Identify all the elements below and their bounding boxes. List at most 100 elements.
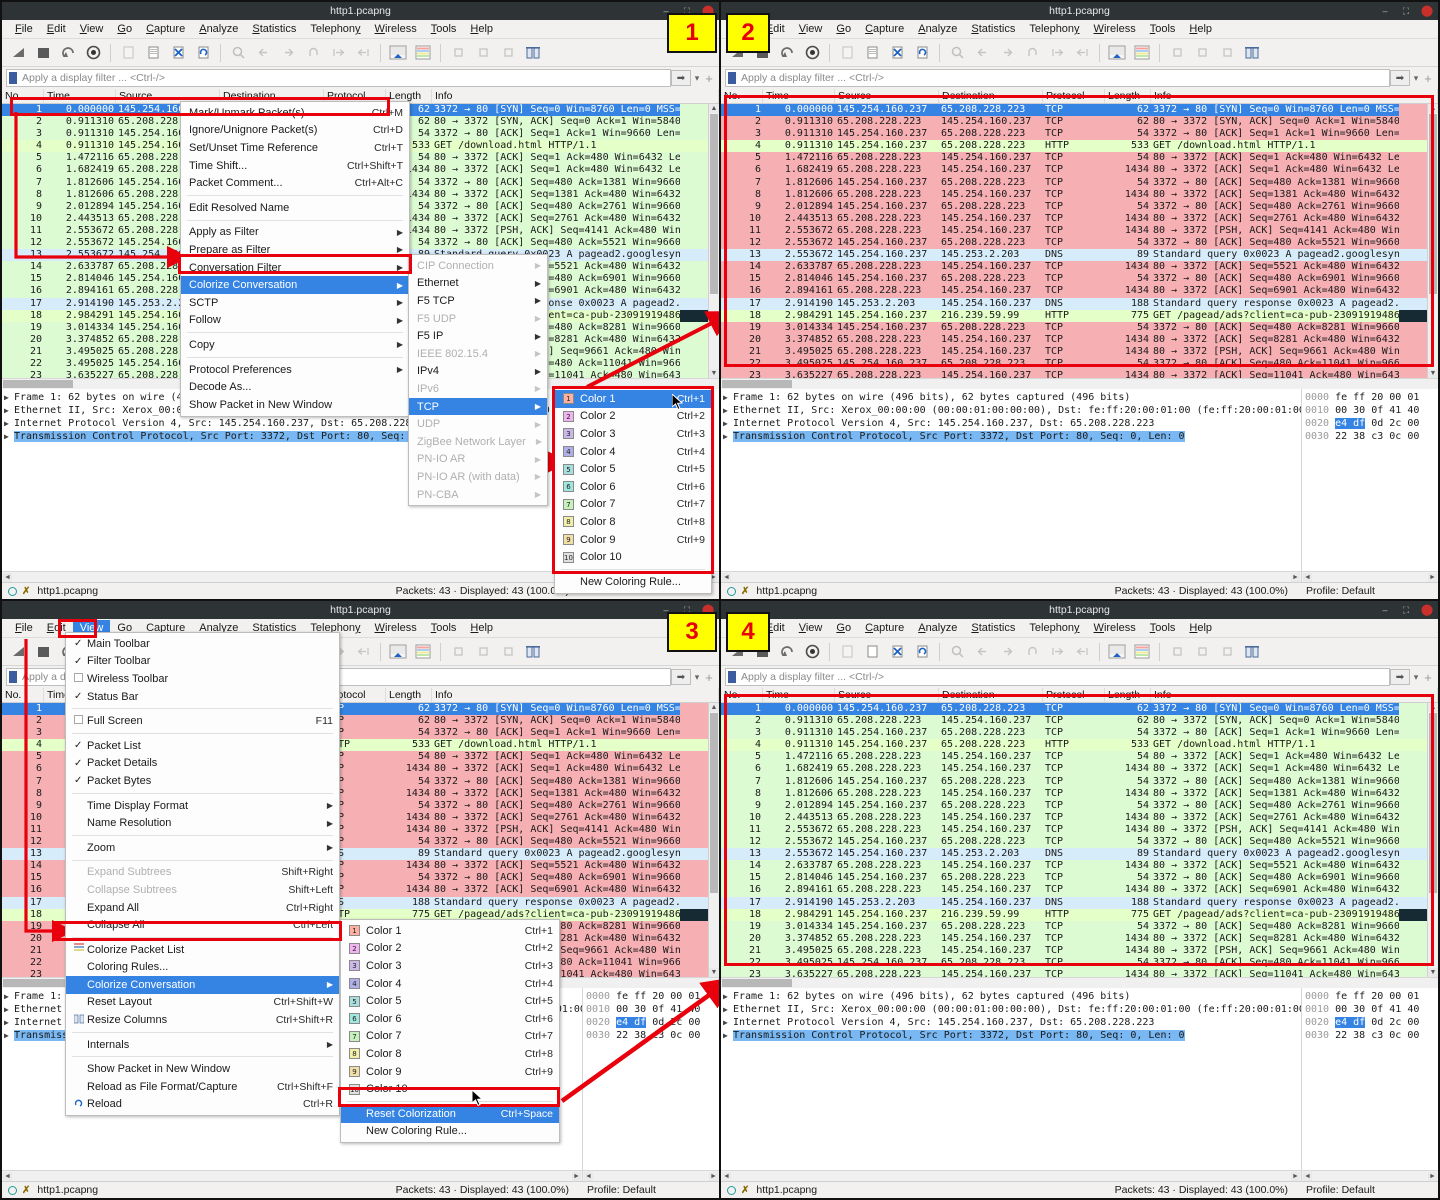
menu-telephony[interactable]: Telephony: [303, 21, 367, 37]
statusbar-profile[interactable]: Profile: Default: [1288, 585, 1438, 597]
menu-item-packet-list[interactable]: ✓ Packet List: [66, 737, 339, 755]
hex-line[interactable]: 0000 fe ff 20 00 01: [1305, 391, 1438, 404]
packet-list-vscrollbar[interactable]: ▲ ▼: [708, 703, 719, 977]
menu-item-color-4[interactable]: 4 Color 4 Ctrl+4: [341, 975, 559, 993]
table-row[interactable]: 8 1.812606 65.208.228.223 145.254.160.237 TC…: [721, 188, 1438, 201]
col-no[interactable]: No.: [721, 89, 763, 103]
open-file-icon[interactable]: [836, 641, 858, 663]
menu-tools[interactable]: Tools: [424, 620, 464, 636]
menu-item-color-7[interactable]: 7 Color 7 Ctrl+7: [555, 496, 711, 514]
menu-item-color-10[interactable]: 10 Color 10: [341, 1080, 559, 1098]
menu-item-conversation-filter[interactable]: Conversation Filter ▶: [181, 259, 409, 277]
vscroll-thumb[interactable]: [1429, 713, 1437, 893]
filter-history-dropdown[interactable]: ▾: [1410, 73, 1422, 84]
menu-item-color-8[interactable]: 8 Color 8 Ctrl+8: [341, 1045, 559, 1063]
menu-item-expand-all[interactable]: Expand All Ctrl+Right: [66, 899, 339, 917]
menu-view[interactable]: View: [792, 620, 830, 636]
colorize-packet-list-icon[interactable]: [1131, 42, 1153, 64]
menu-help[interactable]: Help: [1182, 21, 1219, 37]
lower-scrollbars-3[interactable]: ◄ ► ◄ ►: [2, 1170, 719, 1181]
table-row[interactable]: 1 0.000000 145.254.160.237 65.208.228.223 TC…: [721, 703, 1438, 716]
col-destination[interactable]: Destination: [939, 688, 1043, 702]
apply-filter-button[interactable]: ➡: [671, 70, 691, 86]
detail-line[interactable]: ▶Transmission Control Protocol, Src Port…: [723, 430, 1301, 443]
table-row[interactable]: 2 0.911310 65.208.228.223 145.254.160.237 TC…: [721, 715, 1438, 728]
auto-scroll-icon[interactable]: [1106, 42, 1128, 64]
find-packet-icon[interactable]: [946, 42, 968, 64]
detail-line[interactable]: ▶Ethernet II, Src: Xerox_00:00:00 (00:00…: [723, 1003, 1301, 1016]
zoom-in-icon[interactable]: [1166, 42, 1188, 64]
col-protocol[interactable]: Protocol: [1043, 89, 1105, 103]
table-row[interactable]: 11 2.553672 65.208.228.223 145.254.160.237 T…: [721, 823, 1438, 837]
expert-info-icon[interactable]: ✗: [22, 1185, 30, 1196]
menu-item-color-3[interactable]: 3 Color 3 Ctrl+3: [555, 425, 711, 443]
col-protocol[interactable]: Protocol: [1043, 688, 1105, 702]
menu-item-collapse-all[interactable]: Collapse All Ctrl+Left: [66, 916, 339, 934]
expert-info-icon[interactable]: ✗: [741, 586, 749, 597]
go-last-packet-icon[interactable]: [1071, 641, 1093, 663]
hex-line[interactable]: 0030 22 38 c3 0c 00: [1305, 1029, 1438, 1042]
menu-item-color-1[interactable]: 1 Color 1 Ctrl+1: [341, 922, 559, 940]
col-info[interactable]: Info: [1151, 688, 1438, 702]
menu-view[interactable]: View: [792, 21, 830, 37]
go-forward-icon[interactable]: [996, 641, 1018, 663]
menu-analyze[interactable]: Analyze: [911, 620, 964, 636]
col-destination[interactable]: Destination: [939, 89, 1043, 103]
expand-triangle-icon[interactable]: ▶: [723, 404, 733, 417]
details-hscroll[interactable]: ◄►: [2, 1171, 583, 1181]
table-row[interactable]: 21 3.495025 65.208.228.223 145.254.160.237 T…: [721, 345, 1438, 358]
col-no[interactable]: No.: [721, 688, 763, 702]
packet-list-vscrollbar[interactable]: ▲ ▼: [708, 104, 719, 378]
menu-item-color-3[interactable]: 3 Color 3 Ctrl+3: [341, 957, 559, 975]
menu-item-internals[interactable]: Internals ▶: [66, 1036, 339, 1054]
menu-item-sctp[interactable]: SCTP ▶: [181, 294, 409, 312]
open-file-icon[interactable]: [836, 42, 858, 64]
vscroll-thumb[interactable]: [710, 713, 718, 893]
menu-item-set-unset-time-reference[interactable]: Set/Unset Time Reference Ctrl+T: [181, 139, 409, 157]
go-first-packet-icon[interactable]: [1046, 42, 1068, 64]
expand-triangle-icon[interactable]: ▶: [723, 1029, 733, 1042]
hex-line[interactable]: 0020 e4 df 0d 2c 00: [1305, 417, 1438, 430]
apply-filter-button[interactable]: ➡: [671, 669, 691, 685]
close-file-icon[interactable]: [886, 641, 908, 663]
menu-item-resize-columns[interactable]: Resize Columns Ctrl+Shift+R: [66, 1011, 339, 1029]
menu-item-main-toolbar[interactable]: ✓ Main Toolbar: [66, 635, 339, 653]
menu-item-reset-layout[interactable]: Reset Layout Ctrl+Shift+W: [66, 994, 339, 1012]
menu-item-show-packet-in-new-window[interactable]: Show Packet in New Window: [181, 396, 409, 414]
statusbar-profile[interactable]: Profile: Default: [569, 1184, 719, 1196]
menu-item-color-8[interactable]: 8 Color 8 Ctrl+8: [555, 513, 711, 531]
menu-item-new-coloring-rule[interactable]: New Coloring Rule...: [555, 573, 711, 591]
add-filter-button[interactable]: +: [1422, 71, 1434, 86]
resize-columns-icon[interactable]: [522, 641, 544, 663]
menu-item-ethernet[interactable]: Ethernet ▶: [409, 275, 547, 293]
table-row[interactable]: 13 2.553672 145.254.160.237 145.253.2.203 DN…: [721, 249, 1438, 262]
menu-item-color-7[interactable]: 7 Color 7 Ctrl+7: [341, 1028, 559, 1046]
menu-item-new-coloring-rule[interactable]: New Coloring Rule...: [341, 1123, 559, 1141]
menu-help[interactable]: Help: [463, 21, 500, 37]
colorize-conversation-submenu[interactable]: CIP Connection ▶ Ethernet ▶ F5 TCP ▶ F5 UDP ▶ F5…: [408, 254, 548, 507]
expand-triangle-icon[interactable]: ▶: [4, 417, 14, 430]
colorize-packet-list-icon[interactable]: [412, 42, 434, 64]
bytes-hscroll[interactable]: ◄►: [1302, 1171, 1438, 1181]
menu-item-decode-as[interactable]: Decode As...: [181, 378, 409, 396]
menu-item-f5-tcp[interactable]: F5 TCP ▶: [409, 292, 547, 310]
details-hscroll[interactable]: ◄►: [721, 1171, 1302, 1181]
expand-triangle-icon[interactable]: ▶: [4, 1029, 14, 1042]
filter-history-dropdown[interactable]: ▾: [691, 73, 703, 84]
table-row[interactable]: 22 3.495025 145.254.160.237 65.208.228.223 T…: [721, 357, 1438, 371]
hex-line[interactable]: 0020 e4 df 0d 2c 00: [1305, 1016, 1438, 1029]
menu-item-color-1[interactable]: 1 Color 1 Ctrl+1: [555, 390, 711, 408]
menu-tools[interactable]: Tools: [1143, 620, 1183, 636]
table-row[interactable]: 18 2.984291 145.254.160.237 216.239.59.99 HT…: [721, 309, 1438, 322]
packet-list-vscrollbar[interactable]: ▲ ▼: [1427, 104, 1438, 378]
table-row[interactable]: 10 2.443513 65.208.228.223 145.254.160.237 T…: [721, 811, 1438, 824]
table-row[interactable]: 22 3.495025 145.254.160.237 65.208.228.223 T…: [721, 956, 1438, 970]
scroll-up-arrow[interactable]: ▲: [1428, 703, 1438, 712]
colorize-packet-list-icon[interactable]: [412, 641, 434, 663]
menu-item-color-4[interactable]: 4 Color 4 Ctrl+4: [555, 443, 711, 461]
go-last-packet-icon[interactable]: [1071, 42, 1093, 64]
hex-line[interactable]: 0010 00 30 0f 41 40: [1305, 1003, 1438, 1016]
menu-item-apply-as-filter[interactable]: Apply as Filter ▶: [181, 224, 409, 242]
menu-item-packet-details[interactable]: ✓ Packet Details: [66, 755, 339, 773]
filter-history-dropdown[interactable]: ▾: [1410, 672, 1422, 683]
